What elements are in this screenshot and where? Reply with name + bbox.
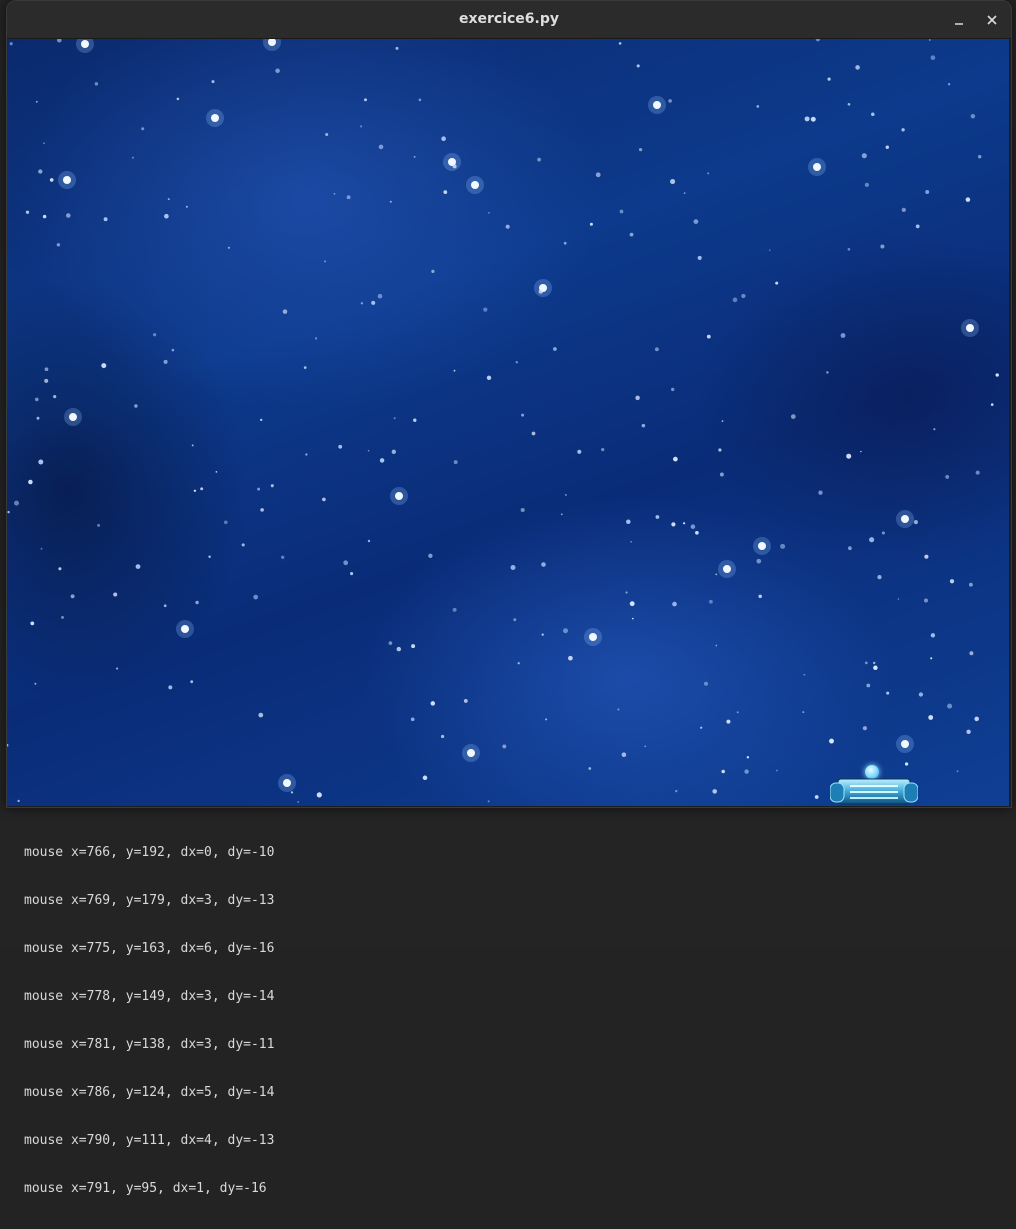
- starfield-background: [7, 39, 999, 803]
- game-canvas[interactable]: [7, 39, 1009, 806]
- terminal-line: mouse x=791, y=95, dx=1, dy=-16: [24, 1181, 267, 1196]
- close-icon: [987, 15, 997, 25]
- terminal-line: mouse x=769, y=179, dx=3, dy=-13: [24, 893, 275, 908]
- minimize-button[interactable]: [947, 8, 971, 32]
- terminal-line: mouse x=790, y=111, dx=4, dy=-13: [24, 1133, 275, 1148]
- terminal-output: mouse x=766, y=192, dx=0, dy=-10 mouse x…: [24, 813, 274, 1229]
- terminal-line: mouse x=775, y=163, dx=6, dy=-16: [24, 941, 275, 956]
- window-title: exercice6.py: [458, 11, 560, 27]
- close-button[interactable]: [980, 8, 1004, 32]
- title-bar[interactable]: exercice6.py: [7, 1, 1011, 39]
- paddle[interactable]: [830, 777, 918, 806]
- game-window[interactable]: exercice6.py: [6, 0, 1012, 808]
- terminal-line: mouse x=766, y=192, dx=0, dy=-10: [24, 845, 275, 860]
- minimize-icon: [955, 23, 963, 25]
- terminal-line: mouse x=781, y=138, dx=3, dy=-11: [24, 1037, 275, 1052]
- terminal-line: mouse x=786, y=124, dx=5, dy=-14: [24, 1085, 275, 1100]
- terminal-line: mouse x=778, y=149, dx=3, dy=-14: [24, 989, 275, 1004]
